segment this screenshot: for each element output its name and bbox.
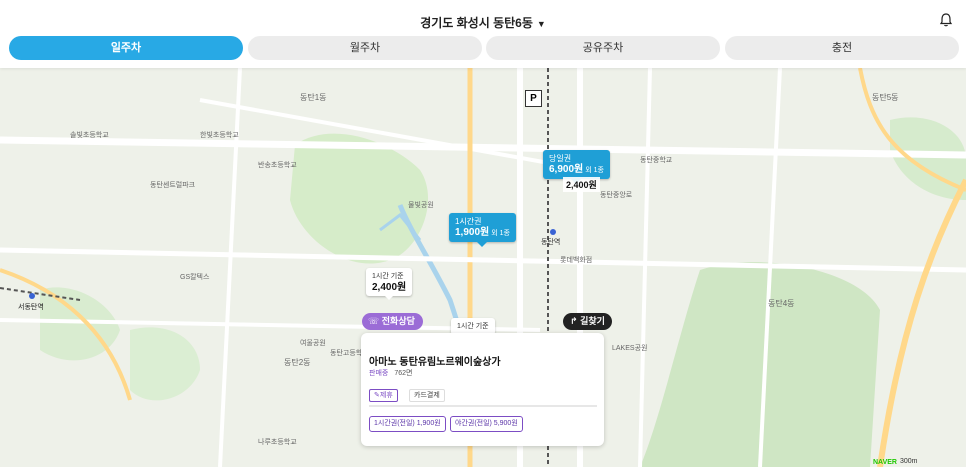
- turn-arrow-icon: ↱: [570, 316, 578, 326]
- caret-down-icon: ▼: [536, 19, 546, 29]
- pin-label: 당일권: [549, 154, 572, 163]
- map-label: 나루초등학교: [258, 439, 297, 446]
- directions-button[interactable]: ↱ 길찾기: [563, 313, 612, 330]
- pin-price: 1,900원: [455, 227, 490, 238]
- pin-label: 1시간권: [455, 217, 482, 226]
- sale-status: 판매중: [369, 370, 389, 377]
- pin-label: 1시간 기준: [372, 273, 404, 280]
- pin-label: 1시간 기준: [457, 323, 489, 330]
- tab-bar: 일주차 월주차 공유주차 충전: [9, 36, 959, 60]
- location-selector[interactable]: 경기도 화성시 동탄6동 ▼: [0, 14, 966, 31]
- pin-price: 2,400원: [372, 282, 407, 293]
- ticket-hourly-button[interactable]: 1시간권(전일) 1,900원: [369, 416, 446, 432]
- map-label: 동탄중앙로: [600, 192, 633, 199]
- pin-unit: 외 1종: [491, 230, 510, 237]
- map-label: 솔빛초등학교: [70, 132, 109, 139]
- parking-pin[interactable]: 당일권 6,900원 외 1종: [543, 150, 610, 184]
- map-label: GS칼텍스: [180, 274, 210, 281]
- naver-logo: NAVER: [873, 459, 897, 466]
- map-label: 동탄1동: [300, 93, 327, 102]
- tab-monthly[interactable]: 월주차: [248, 36, 482, 60]
- map-label: 롯데백화점: [560, 257, 593, 264]
- pin-price: 6,900원: [549, 164, 584, 175]
- location-text: 경기도 화성시 동탄6동: [420, 16, 533, 30]
- tab-daily[interactable]: 일주차: [9, 36, 243, 60]
- tab-shared[interactable]: 공유주차: [486, 36, 720, 60]
- parking-info-card[interactable]: 아마노 동탄유림노르웨이숲상가 판매중 762면 ✎제휴 카드결제 1시간권(전일…: [361, 333, 604, 446]
- map-label: 동탄센트럴파크: [150, 182, 196, 189]
- top-bar: 경기도 화성시 동탄6동 ▼ 일주차 월주차 공유주차 충전: [0, 0, 966, 68]
- map-label: 물빛공원: [408, 202, 434, 209]
- parking-pin-price[interactable]: 2,400원: [563, 177, 600, 192]
- phone-icon: ☏: [368, 316, 380, 326]
- partner-badge-label: 제휴: [379, 392, 393, 399]
- map-label: 동탄역: [541, 239, 561, 246]
- bell-icon[interactable]: [938, 12, 954, 28]
- parking-sign-icon[interactable]: P: [525, 90, 542, 107]
- map-label: 서동탄역: [18, 304, 44, 311]
- map-label: 동탄4동: [768, 299, 795, 308]
- map-label: 동탄중학교: [640, 157, 673, 164]
- card-subtitle: 판매중 762면: [369, 368, 412, 378]
- map-label: 반송초등학교: [258, 162, 297, 169]
- phone-consult-label: 전화상담: [381, 316, 415, 326]
- card-title: 아마노 동탄유림노르웨이숲상가: [369, 357, 501, 368]
- tab-charging[interactable]: 충전: [725, 36, 959, 60]
- spot-count: 762면: [394, 370, 413, 377]
- parking-pin[interactable]: 1시간 기준 2,400원: [366, 268, 413, 300]
- parking-pin[interactable]: 1시간권 1,900원 외 1종: [449, 213, 516, 247]
- ticket-night-button[interactable]: 야간권(전일) 5,900원: [450, 416, 523, 432]
- directions-label: 길찾기: [580, 316, 605, 326]
- map-label: 동탄2동: [284, 358, 311, 367]
- map-label: LAKES공원: [612, 345, 648, 352]
- card-payment-badge: 카드결제: [409, 389, 445, 402]
- partner-badge: ✎제휴: [369, 389, 398, 402]
- pin-unit: 외 1종: [585, 167, 604, 174]
- phone-consult-button[interactable]: ☏ 전화상담: [362, 313, 423, 330]
- map-label: 동탄5동: [872, 93, 899, 102]
- map-label: 여울공원: [300, 340, 326, 347]
- divider: [369, 405, 597, 407]
- map-scale: 300m: [900, 458, 918, 465]
- map-label: 한빛초등학교: [200, 132, 239, 139]
